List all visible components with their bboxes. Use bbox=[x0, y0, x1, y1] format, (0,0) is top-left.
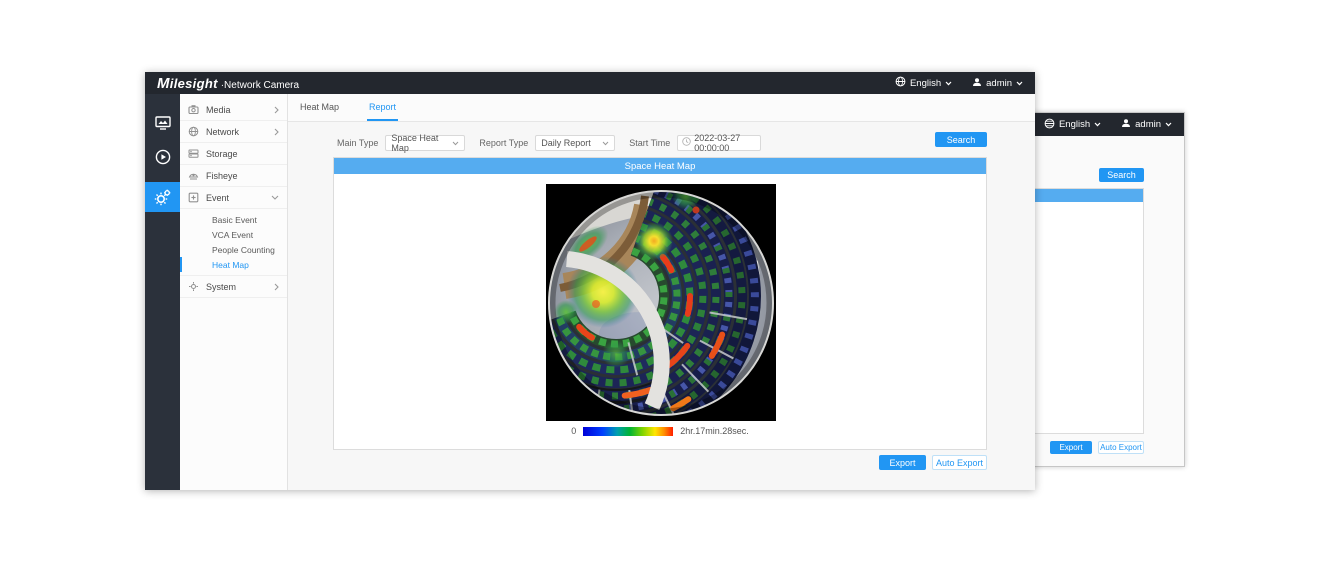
network-icon bbox=[188, 126, 199, 137]
main-type-select[interactable]: Space Heat Map bbox=[385, 135, 465, 151]
chevron-right-icon bbox=[274, 128, 279, 136]
tabbar: Heat Map Report bbox=[288, 94, 1035, 122]
globe-icon bbox=[1044, 118, 1055, 132]
chevron-down-icon bbox=[271, 195, 279, 200]
tab-report[interactable]: Report bbox=[367, 94, 398, 121]
submenu-item-heat-map[interactable]: Heat Map bbox=[180, 257, 287, 272]
clock-icon bbox=[682, 137, 691, 148]
language-dropdown[interactable]: English bbox=[895, 76, 952, 90]
storage-icon bbox=[188, 148, 199, 159]
submenu-item-people-counting[interactable]: People Counting bbox=[180, 242, 287, 257]
chevron-down-icon bbox=[1094, 119, 1101, 130]
user-dropdown[interactable]: admin bbox=[972, 77, 1023, 90]
submenu-item-vca-event[interactable]: VCA Event bbox=[180, 227, 287, 242]
panel-header: Space Heat Map bbox=[334, 158, 986, 174]
bg-language-label: English bbox=[1059, 119, 1090, 130]
playback-icon[interactable] bbox=[145, 142, 180, 172]
scale-min-label: 0 bbox=[571, 426, 576, 436]
menu-item-fisheye[interactable]: Fisheye bbox=[180, 165, 287, 187]
start-time-input[interactable]: 2022-03-27 00:00:00 bbox=[677, 135, 761, 151]
content-area: Heat Map Report Main Type Space Heat Map… bbox=[288, 94, 1035, 490]
brand-product: ·Network Camera bbox=[221, 80, 299, 91]
user-label: admin bbox=[986, 78, 1012, 89]
bg-user-dropdown[interactable]: admin bbox=[1121, 118, 1172, 131]
heatmap-gradient-bar bbox=[583, 427, 673, 436]
auto-export-button[interactable]: Auto Export bbox=[932, 455, 987, 470]
bg-user-label: admin bbox=[1135, 119, 1161, 130]
settings-menu: Media Network Storage Fisheye Event bbox=[180, 94, 288, 490]
chevron-down-icon bbox=[1016, 78, 1023, 89]
start-time-label: Start Time bbox=[629, 138, 670, 148]
chevron-right-icon bbox=[274, 106, 279, 114]
export-button[interactable]: Export bbox=[879, 455, 926, 470]
filter-row: Main Type Space Heat Map Report Type Dai… bbox=[337, 134, 987, 151]
user-icon bbox=[972, 77, 982, 90]
bg-search-button[interactable]: Search bbox=[1099, 168, 1144, 182]
chevron-down-icon bbox=[452, 138, 459, 148]
search-button[interactable]: Search bbox=[935, 132, 987, 147]
report-type-label: Report Type bbox=[479, 138, 528, 148]
scale-max-label: 2hr.17min.28sec. bbox=[680, 426, 749, 436]
tab-heat-map[interactable]: Heat Map bbox=[298, 94, 341, 121]
live-view-icon[interactable] bbox=[145, 108, 180, 138]
report-panel: Space Heat Map bbox=[333, 157, 987, 450]
bg-auto-export-button[interactable]: Auto Export bbox=[1098, 441, 1144, 454]
menu-item-storage[interactable]: Storage bbox=[180, 143, 287, 165]
settings-icon[interactable] bbox=[145, 182, 180, 212]
menu-item-network[interactable]: Network bbox=[180, 121, 287, 143]
globe-icon bbox=[895, 76, 906, 90]
submenu-item-basic-event[interactable]: Basic Event bbox=[180, 212, 287, 227]
chevron-down-icon bbox=[602, 138, 609, 148]
language-label: English bbox=[910, 78, 941, 89]
chevron-right-icon bbox=[274, 283, 279, 291]
event-icon bbox=[188, 192, 199, 203]
brand: Milesight ·Network Camera bbox=[157, 75, 299, 92]
main-topbar: Milesight ·Network Camera English admin bbox=[145, 72, 1035, 94]
bg-language-dropdown[interactable]: English bbox=[1044, 118, 1101, 132]
bg-export-button[interactable]: Export bbox=[1050, 441, 1092, 454]
fisheye-icon bbox=[188, 170, 199, 181]
menu-item-media[interactable]: Media bbox=[180, 99, 287, 121]
main-type-label: Main Type bbox=[337, 138, 378, 148]
export-actions: Export Auto Export bbox=[879, 455, 987, 470]
event-submenu: Basic Event VCA Event People Counting He… bbox=[180, 209, 287, 276]
chevron-down-icon bbox=[1165, 119, 1172, 130]
report-type-select[interactable]: Daily Report bbox=[535, 135, 615, 151]
heatmap-scale: 0 2hr.17min.28sec. bbox=[334, 426, 986, 436]
module-strip bbox=[145, 94, 180, 490]
main-window: Milesight ·Network Camera English admin bbox=[145, 72, 1035, 490]
space-heat-map-image bbox=[546, 184, 776, 421]
brand-logo: Milesight bbox=[157, 75, 218, 92]
user-icon bbox=[1121, 118, 1131, 131]
system-icon bbox=[188, 281, 199, 292]
menu-item-event[interactable]: Event bbox=[180, 187, 287, 209]
menu-item-system[interactable]: System bbox=[180, 276, 287, 298]
chevron-down-icon bbox=[945, 78, 952, 89]
media-icon bbox=[188, 104, 199, 115]
